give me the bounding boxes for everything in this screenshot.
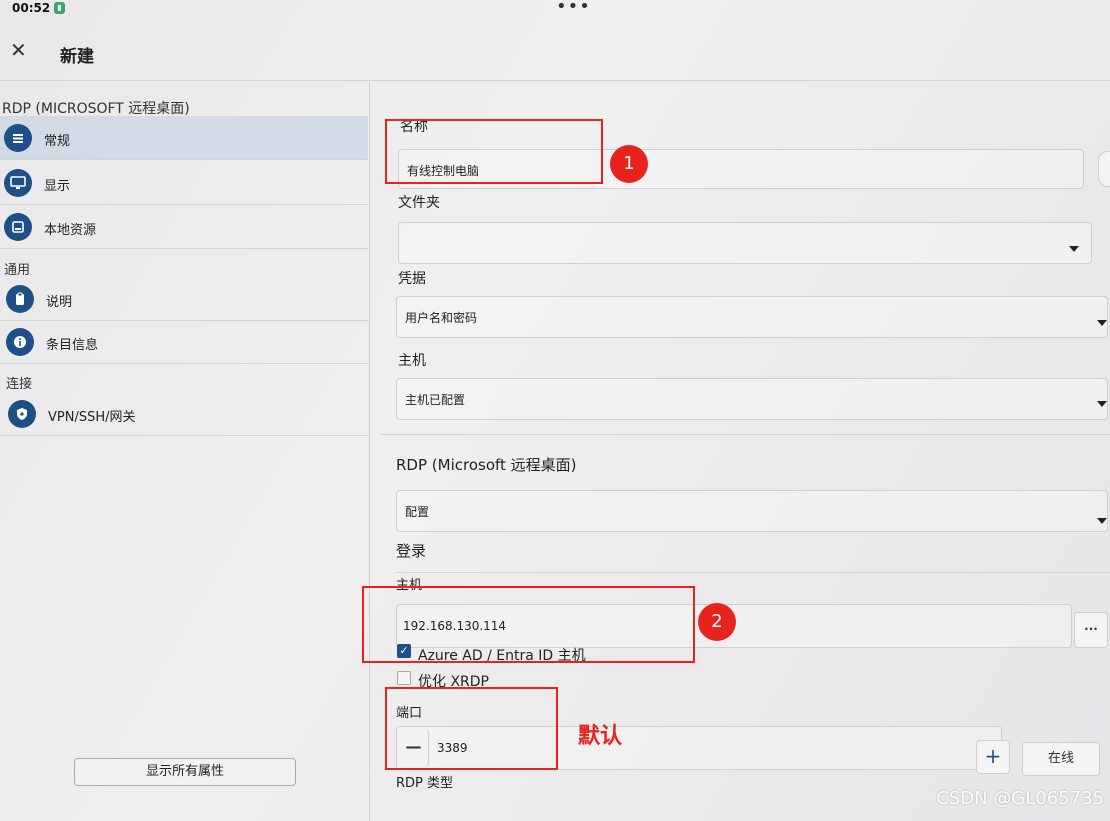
sidebar-item-label: VPN/SSH/网关 xyxy=(48,410,136,425)
sidebar-item-vpn[interactable]: VPN/SSH/网关 xyxy=(0,392,368,436)
title-bar: ✕ 新建 xyxy=(0,28,1110,78)
host-value: 主机已配置 xyxy=(405,393,466,407)
login-divider xyxy=(396,572,1110,573)
sidebar-item-description[interactable]: 说明 xyxy=(0,277,368,321)
config-select[interactable]: 配置 xyxy=(396,490,1108,532)
close-icon[interactable]: ✕ xyxy=(10,38,27,62)
monitor-icon xyxy=(4,169,32,197)
show-all-properties-button[interactable]: 显示所有属性 xyxy=(74,758,296,786)
host-more-button[interactable]: ··· xyxy=(1074,612,1108,648)
chevron-down-icon xyxy=(1069,246,1079,252)
plus-button[interactable]: + xyxy=(976,740,1010,774)
info-icon xyxy=(6,328,34,356)
battery-icon: ▮ xyxy=(54,2,65,14)
sidebar-item-entry-info[interactable]: 条目信息 xyxy=(0,320,368,364)
drive-icon xyxy=(4,213,32,241)
config-value: 配置 xyxy=(405,505,430,519)
title-divider xyxy=(0,80,1110,81)
login-heading: 登录 xyxy=(396,542,427,560)
annotation-circle-1: 1 xyxy=(610,145,648,183)
chevron-down-icon xyxy=(1097,320,1107,326)
credentials-value: 用户名和密码 xyxy=(405,311,478,325)
xrdp-checkbox[interactable] xyxy=(397,671,411,685)
rdp-type-label: RDP 类型 xyxy=(396,776,454,791)
rdp-heading: RDP (Microsoft 远程桌面) xyxy=(396,456,577,474)
sidebar-item-label: 本地资源 xyxy=(44,223,97,238)
sidebar-item-general[interactable]: 常规 xyxy=(0,116,368,160)
host-select[interactable]: 主机已配置 xyxy=(396,378,1108,420)
sidebar-item-label: 常规 xyxy=(44,134,71,149)
status-bar: 00:52 ▮ ••• xyxy=(0,0,1110,17)
section-label-connect: 连接 xyxy=(6,377,33,392)
online-button[interactable]: 在线 xyxy=(1022,742,1100,776)
status-time: 00:52 xyxy=(12,1,51,15)
shield-icon xyxy=(8,400,36,428)
watermark: CSDN @GL065735 xyxy=(936,788,1104,809)
sidebar-item-local-resources[interactable]: 本地资源 xyxy=(0,205,368,249)
annotation-default-text: 默认 xyxy=(578,724,623,749)
section-divider xyxy=(380,434,1110,435)
credentials-label: 凭据 xyxy=(398,271,426,287)
clipboard-icon xyxy=(6,285,34,313)
sidebar-item-label: 说明 xyxy=(46,295,73,310)
credentials-select[interactable]: 用户名和密码 xyxy=(396,296,1108,338)
sidebar-item-display[interactable]: 显示 xyxy=(0,161,368,205)
sidebar-item-label: 条目信息 xyxy=(46,338,99,353)
sidebar-item-label: 显示 xyxy=(44,179,71,194)
more-icon[interactable]: ••• xyxy=(556,0,591,17)
chevron-down-icon xyxy=(1097,518,1107,524)
page-title: 新建 xyxy=(60,47,94,67)
annotation-box-3 xyxy=(385,687,558,770)
name-extra-button[interactable] xyxy=(1098,151,1110,187)
annotation-box-2 xyxy=(362,586,695,663)
section-label-general: 通用 xyxy=(4,263,31,278)
annotation-circle-2: 2 xyxy=(698,603,736,641)
list-icon xyxy=(4,124,32,152)
host-label: 主机 xyxy=(398,353,426,369)
chevron-down-icon xyxy=(1097,401,1107,407)
sidebar: RDP (MICROSOFT 远程桌面) 常规 显示 本地资源 通用 说明 条目… xyxy=(0,82,370,821)
section-label-rdp: RDP (MICROSOFT 远程桌面) xyxy=(2,101,190,117)
folder-label: 文件夹 xyxy=(398,195,440,211)
folder-select[interactable] xyxy=(398,222,1092,264)
annotation-box-1 xyxy=(385,119,603,184)
